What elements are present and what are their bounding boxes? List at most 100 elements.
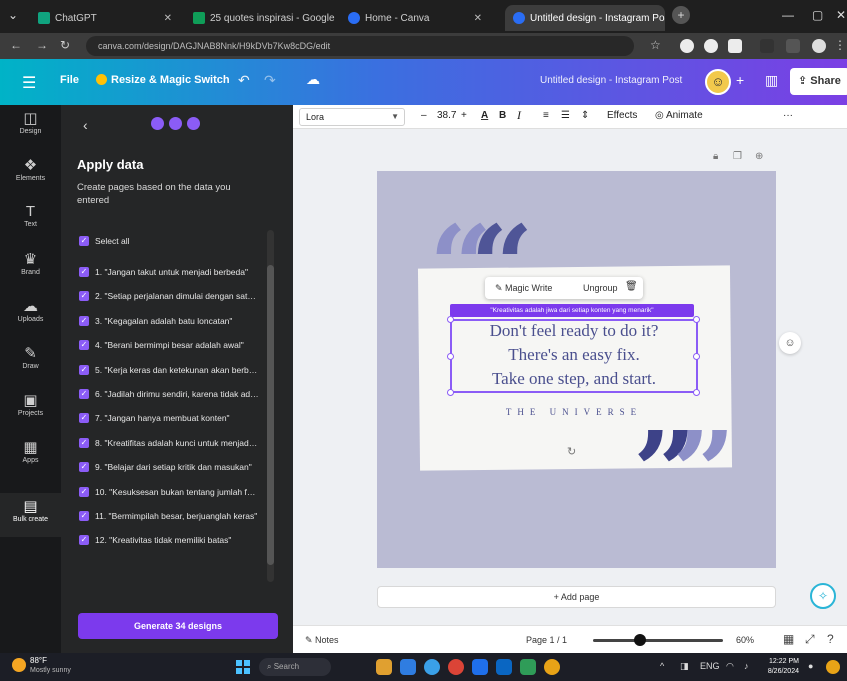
data-row-checkbox[interactable]: ✓ 10. "Kesuksesan bukan tentang jumlah fo… bbox=[79, 485, 259, 499]
bookmark-star-icon[interactable]: ☆ bbox=[650, 38, 661, 52]
tab-chatgpt[interactable]: ChatGPT ✕ bbox=[30, 5, 180, 31]
maximize-icon[interactable]: ▢ bbox=[812, 8, 823, 22]
rotate-icon[interactable]: ↻ bbox=[567, 445, 576, 458]
chrome-icon[interactable] bbox=[544, 659, 560, 675]
extension-icon[interactable] bbox=[728, 39, 742, 53]
close-tab-icon[interactable]: ✕ bbox=[474, 13, 482, 24]
resize-handle[interactable] bbox=[447, 353, 454, 360]
bold-icon[interactable]: B bbox=[499, 110, 506, 121]
quote-text[interactable]: Don't feel ready to do it? There's an ea… bbox=[451, 319, 697, 391]
volume-icon[interactable]: ♪ bbox=[744, 661, 749, 671]
select-all-checkbox[interactable]: ✓ Select all bbox=[79, 234, 259, 248]
avatar[interactable]: ☺ bbox=[705, 69, 731, 95]
profile-icon[interactable] bbox=[812, 39, 826, 53]
app-icon[interactable] bbox=[400, 659, 416, 675]
rail-item-text[interactable]: T Text bbox=[0, 199, 61, 243]
rail-item-apps[interactable]: ▦ Apps bbox=[0, 434, 61, 478]
font-size-increase-button[interactable]: + bbox=[461, 110, 467, 121]
edge-icon[interactable] bbox=[424, 659, 440, 675]
hamburger-menu-icon[interactable]: ☰ bbox=[22, 73, 36, 93]
back-icon[interactable]: ← bbox=[10, 38, 22, 52]
app-icon[interactable] bbox=[496, 659, 512, 675]
file-menu[interactable]: File bbox=[60, 74, 79, 86]
rail-item-uploads[interactable]: ☁ Uploads bbox=[0, 293, 61, 337]
add-page-icon[interactable]: ⊕ bbox=[755, 151, 763, 162]
copilot-icon[interactable] bbox=[826, 660, 840, 674]
duplicate-page-icon[interactable]: ❐ bbox=[733, 151, 742, 162]
share-button[interactable]: ⇪ Share bbox=[790, 68, 847, 95]
data-row-checkbox[interactable]: ✓ 8. "Kreatifitas adalah kunci untuk menj… bbox=[79, 436, 259, 450]
notes-button[interactable]: ✎ Notes bbox=[305, 635, 339, 646]
data-row-checkbox[interactable]: ✓ 5. "Kerja keras dan ketekunan akan berb… bbox=[79, 363, 259, 377]
back-chevron-icon[interactable]: ‹ bbox=[83, 117, 88, 133]
add-page-button[interactable]: + Add page bbox=[377, 586, 776, 608]
forward-icon[interactable]: → bbox=[36, 38, 48, 52]
tab-canva-home[interactable]: Home - Canva ✕ bbox=[340, 5, 490, 31]
resize-handle[interactable] bbox=[693, 353, 700, 360]
undo-icon[interactable]: ↶ bbox=[238, 72, 250, 89]
data-row-checkbox[interactable]: ✓ 9. "Belajar dari setiap kritik dan masu… bbox=[79, 460, 259, 474]
resize-handle[interactable] bbox=[693, 316, 700, 323]
font-family-select[interactable]: Lora ▼ bbox=[299, 108, 405, 126]
more-options-icon[interactable]: ··· bbox=[783, 110, 793, 121]
rail-item-brand[interactable]: ♛ Brand bbox=[0, 246, 61, 290]
notification-bell-icon[interactable]: ● bbox=[808, 661, 813, 671]
text-color-icon[interactable]: A bbox=[481, 110, 488, 121]
tab-sheets[interactable]: 25 quotes inspirasi - Google Sheets ✕ bbox=[185, 5, 335, 31]
url-field[interactable]: canva.com/design/DAGJNAB8Nnk/H9kDVb7Kw8c… bbox=[86, 36, 634, 56]
tab-canva-design[interactable]: Untitled design - Instagram Post ✕ bbox=[505, 5, 665, 31]
tray-app-icon[interactable]: ◨ bbox=[680, 661, 689, 672]
windows-start-icon[interactable] bbox=[236, 660, 250, 674]
comment-icon[interactable]: ☺ bbox=[779, 332, 801, 354]
page-indicator[interactable]: Page 1 / 1 bbox=[526, 635, 567, 645]
design-title[interactable]: Untitled design - Instagram Post bbox=[540, 75, 682, 86]
magic-write-button[interactable]: ✎ Magic Write bbox=[495, 283, 552, 294]
zoom-slider-thumb[interactable] bbox=[633, 634, 646, 646]
data-row-checkbox[interactable]: ✓ 4. "Berani bermimpi besar adalah awal" bbox=[79, 338, 259, 352]
zoom-slider[interactable] bbox=[593, 639, 723, 642]
spacing-icon[interactable]: ⇕ bbox=[581, 110, 589, 121]
grid-view-icon[interactable]: ▦ bbox=[783, 632, 794, 646]
rail-item-draw[interactable]: ✎ Draw bbox=[0, 340, 61, 384]
animate-button[interactable]: ◎ Animate bbox=[655, 110, 703, 121]
close-window-icon[interactable]: ✕ bbox=[836, 8, 846, 22]
taskbar-search[interactable]: ⌕ Search bbox=[259, 658, 331, 676]
cloud-save-icon[interactable]: ☁ bbox=[306, 71, 320, 88]
resize-button[interactable]: Resize & Magic Switch bbox=[96, 74, 230, 86]
invite-plus-icon[interactable]: + bbox=[736, 72, 744, 88]
data-row-checkbox[interactable]: ✓ 6. "Jadilah dirimu sendiri, karena tida… bbox=[79, 387, 259, 401]
new-tab-icon[interactable]: + bbox=[672, 6, 690, 24]
generate-designs-button[interactable]: Generate 34 designs bbox=[78, 613, 278, 639]
close-tab-icon[interactable]: ✕ bbox=[164, 13, 172, 24]
rail-item-bulk-create[interactable]: ▤ Bulk create bbox=[0, 493, 61, 537]
redo-icon[interactable]: ↷ bbox=[264, 72, 276, 89]
align-center-icon[interactable]: ≡ bbox=[543, 110, 549, 121]
data-row-checkbox[interactable]: ✓ 11. "Bermimpilah besar, berjuanglah ker… bbox=[79, 509, 259, 523]
data-row-checkbox[interactable]: ✓ 7. "Jangan hanya membuat konten" bbox=[79, 411, 259, 425]
data-row-checkbox[interactable]: ✓ 3. "Kegagalan adalah batu loncatan" bbox=[79, 314, 259, 328]
rail-item-elements[interactable]: ❖ Elements bbox=[0, 152, 61, 196]
app-icon[interactable] bbox=[520, 659, 536, 675]
font-size-input[interactable]: 38.7 bbox=[437, 110, 456, 121]
list-icon[interactable]: ☰ bbox=[561, 110, 570, 121]
tray-chevron-icon[interactable]: ^ bbox=[660, 661, 664, 671]
resize-handle[interactable] bbox=[447, 316, 454, 323]
fullscreen-icon[interactable]: ⤢ bbox=[805, 632, 815, 647]
design-artboard[interactable]: ““ ”” ✎ Magic Write Ungroup 🗑︎ "Kreativi… bbox=[377, 171, 776, 568]
rail-item-design[interactable]: ◫ Design bbox=[0, 105, 61, 149]
data-row-checkbox[interactable]: ✓ 12. "Kreativitas tidak memiliki batas" bbox=[79, 533, 259, 547]
system-clock[interactable]: 12:22 PM 8/26/2024 bbox=[765, 657, 799, 677]
effects-button[interactable]: Effects bbox=[607, 110, 637, 121]
magic-assistant-icon[interactable]: ✧ bbox=[810, 583, 836, 609]
insights-icon[interactable]: ▥ bbox=[765, 72, 778, 89]
tab-menu-icon[interactable]: ⌄ bbox=[8, 8, 18, 22]
rail-item-projects[interactable]: ▣ Projects bbox=[0, 387, 61, 431]
app-icon[interactable] bbox=[472, 659, 488, 675]
lock-icon[interactable]: 🔒︎ bbox=[713, 151, 718, 162]
font-size-decrease-button[interactable]: – bbox=[421, 110, 427, 121]
ungroup-button[interactable]: Ungroup bbox=[583, 283, 618, 293]
data-row-checkbox[interactable]: ✓ 1. "Jangan takut untuk menjadi berbeda" bbox=[79, 265, 259, 279]
minimize-icon[interactable]: — bbox=[782, 8, 794, 22]
language-icon[interactable]: ENG bbox=[700, 661, 720, 671]
data-row-checkbox[interactable]: ✓ 2. "Setiap perjalanan dimulai dengan sa… bbox=[79, 289, 259, 303]
